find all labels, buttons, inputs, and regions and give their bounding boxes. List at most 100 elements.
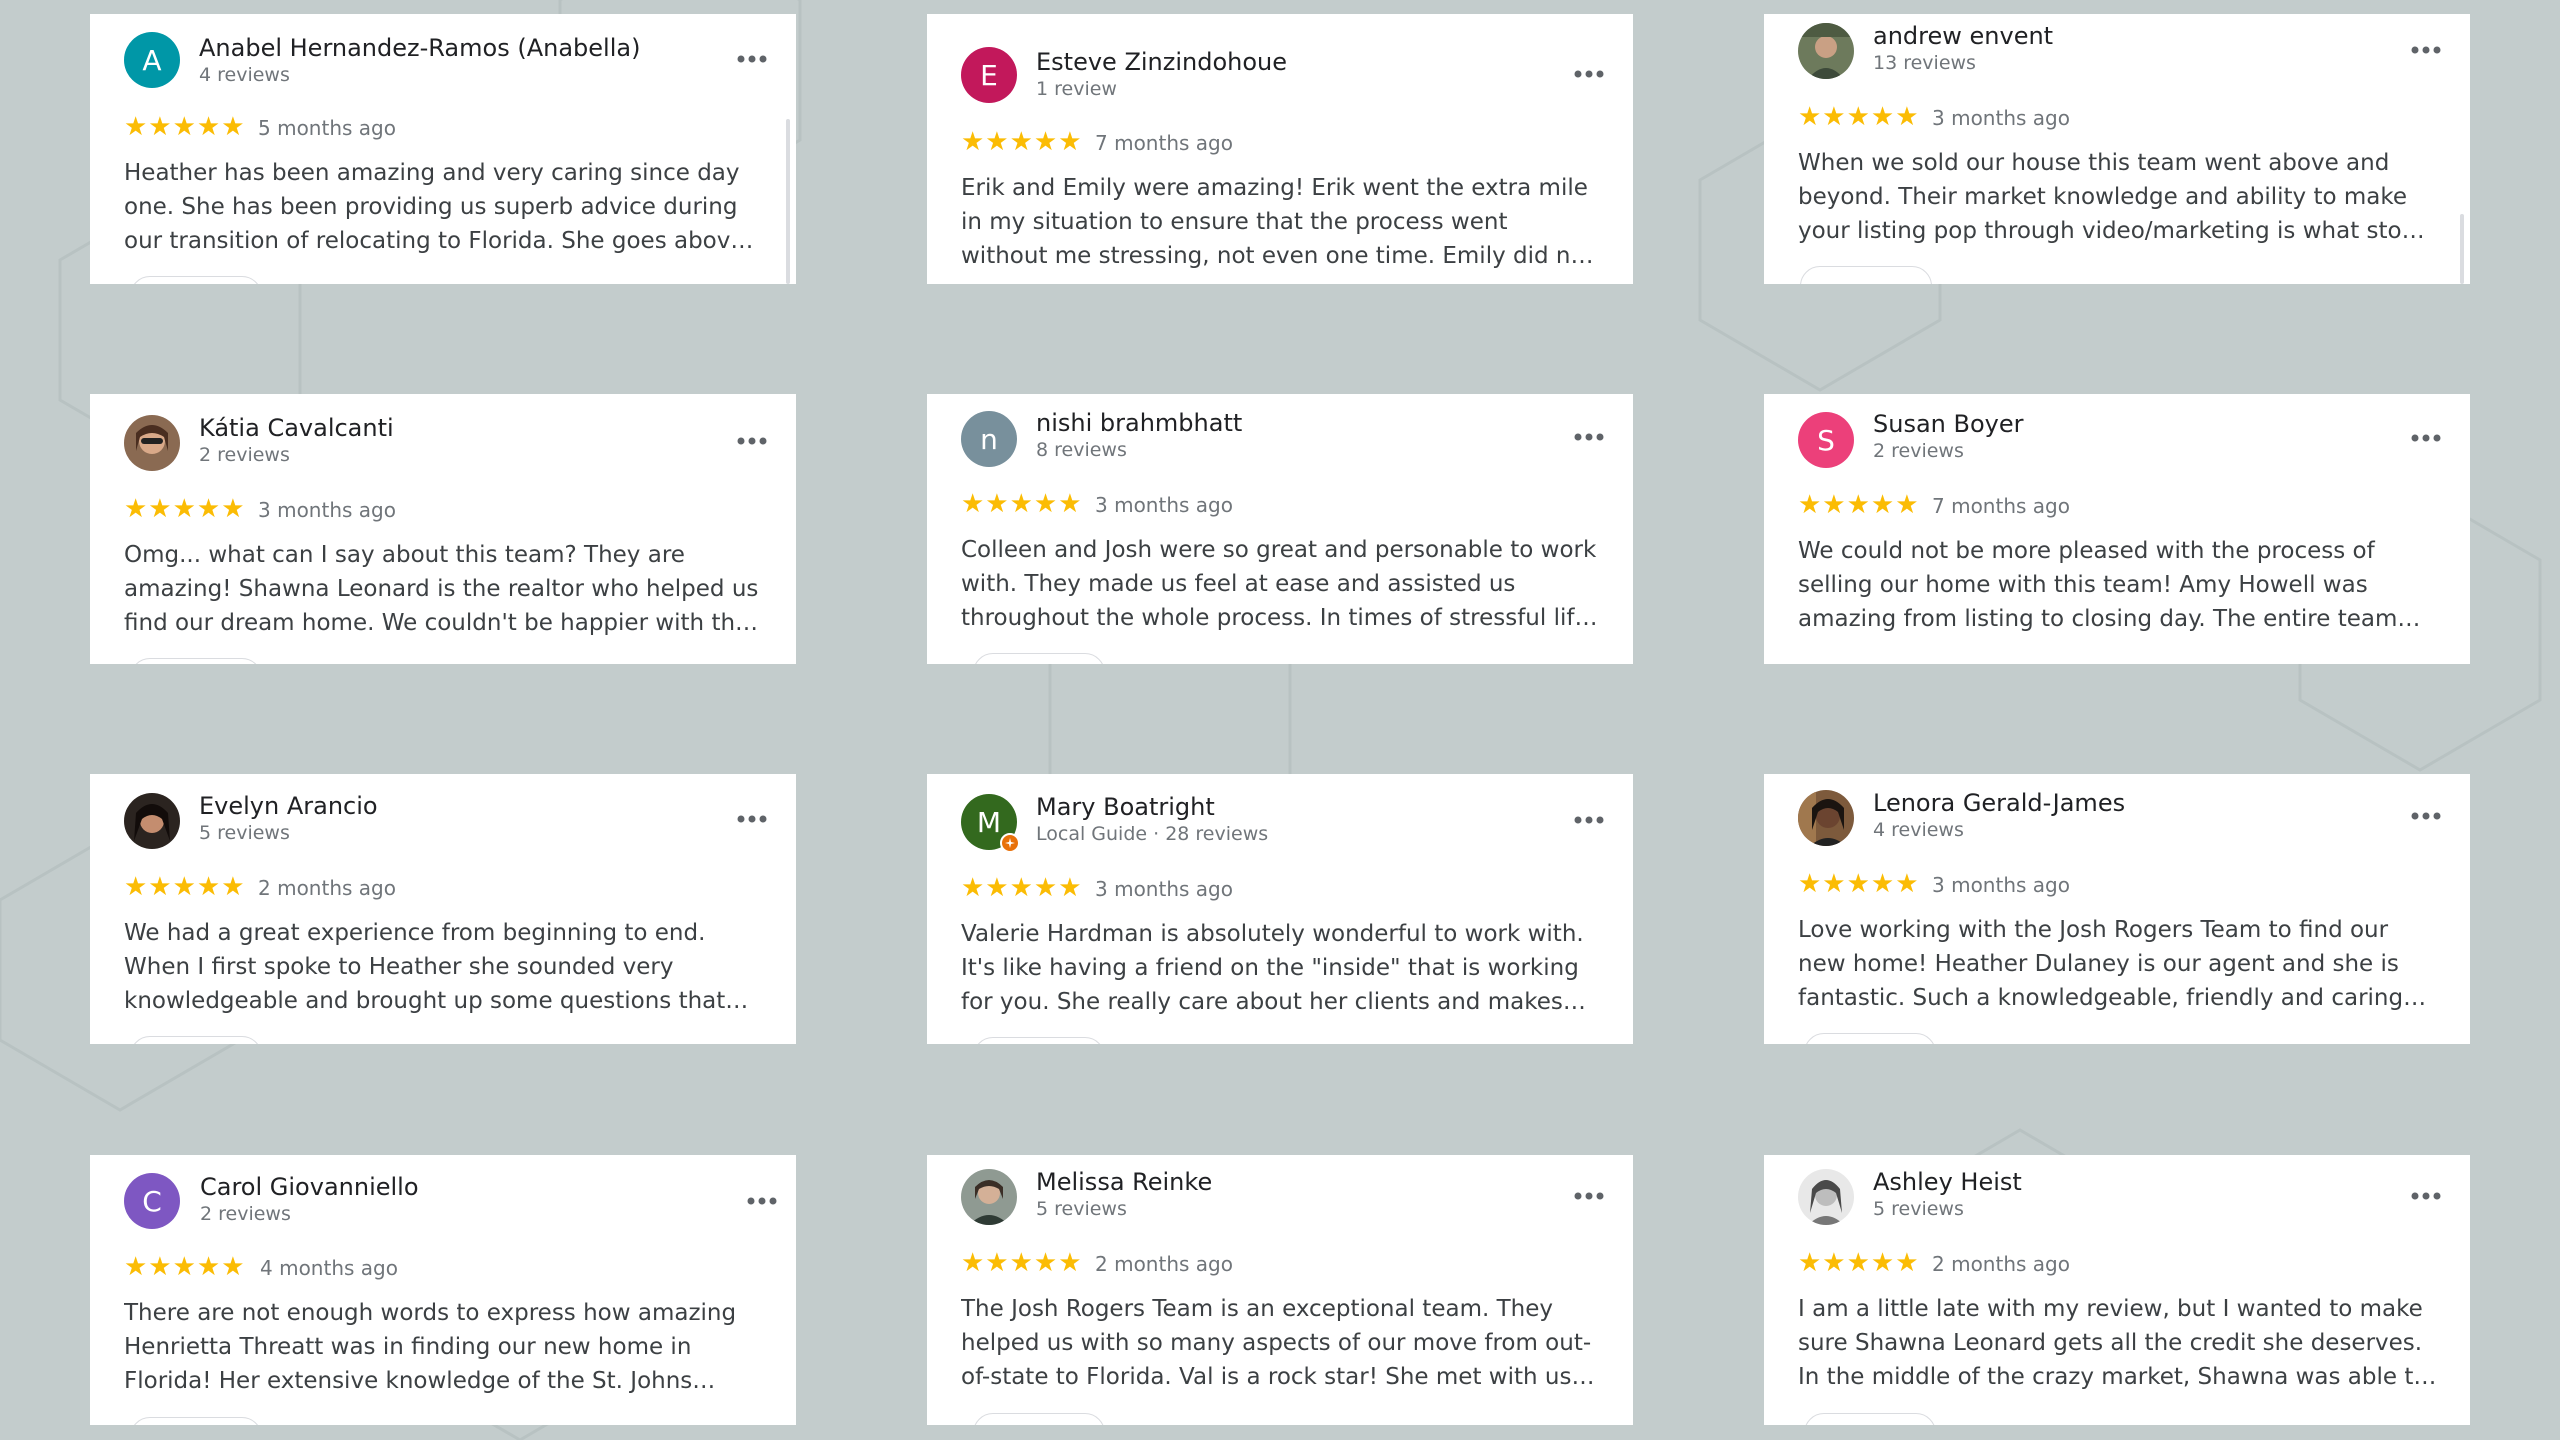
reviewer-name[interactable]: Susan Boyer bbox=[1873, 410, 2023, 438]
reviewer-meta: 5 reviews bbox=[1036, 1198, 1127, 1220]
review-time: 2 months ago bbox=[1932, 1252, 2070, 1276]
review-time: 2 months ago bbox=[258, 876, 396, 900]
review-card: Evelyn Arancio 5 reviews ★★★★★ 2 months … bbox=[90, 774, 796, 1044]
review-card: andrew envent 13 reviews ★★★★★ 3 months … bbox=[1764, 14, 2470, 284]
reviewer-meta: 2 reviews bbox=[200, 1203, 291, 1225]
reviewer-name[interactable]: Evelyn Arancio bbox=[199, 792, 378, 820]
avatar-initial: M bbox=[976, 805, 1002, 839]
review-time: 3 months ago bbox=[258, 498, 396, 522]
avatar[interactable]: C bbox=[124, 1173, 180, 1229]
reviewer-meta: 5 reviews bbox=[199, 822, 290, 844]
review-time: 3 months ago bbox=[1932, 873, 2070, 897]
avatar[interactable] bbox=[1798, 1169, 1854, 1225]
reaction-button[interactable] bbox=[973, 653, 1105, 664]
review-text: Love working with the Josh Rogers Team t… bbox=[1798, 917, 2404, 1011]
reviewer-name[interactable]: Melissa Reinke bbox=[1036, 1168, 1212, 1196]
reviewer-meta: 4 reviews bbox=[199, 64, 290, 86]
reviewer-meta: 1 review bbox=[1036, 78, 1117, 100]
review-card: Lenora Gerald-James 4 reviews ★★★★★ 3 mo… bbox=[1764, 774, 2470, 1044]
reviewer-meta: 2 reviews bbox=[1873, 440, 1964, 462]
reviewer-name[interactable]: andrew envent bbox=[1873, 22, 2053, 50]
more-options-icon[interactable] bbox=[1569, 59, 1609, 89]
star-rating: ★★★★★ bbox=[124, 112, 246, 142]
star-rating: ★★★★★ bbox=[124, 494, 246, 524]
reaction-button[interactable] bbox=[1804, 1033, 1936, 1044]
scrollbar[interactable] bbox=[786, 119, 790, 284]
reviewer-name[interactable]: Mary Boatright bbox=[1036, 793, 1215, 821]
more-options-icon[interactable] bbox=[2406, 1181, 2446, 1211]
avatar[interactable] bbox=[124, 793, 180, 849]
reaction-button[interactable] bbox=[130, 276, 262, 284]
review-time: 4 months ago bbox=[260, 1256, 398, 1280]
avatar-initial: C bbox=[142, 1184, 162, 1218]
more-options-icon[interactable] bbox=[732, 804, 772, 834]
review-time: 3 months ago bbox=[1095, 493, 1233, 517]
more-options-icon[interactable] bbox=[742, 1186, 782, 1216]
reaction-button[interactable] bbox=[130, 658, 262, 664]
local-guide-badge-icon bbox=[1000, 833, 1020, 853]
more-options-icon[interactable] bbox=[2406, 35, 2446, 65]
review-text: Colleen and Josh were so great and perso… bbox=[961, 537, 1597, 631]
more-options-icon[interactable] bbox=[1569, 1181, 1609, 1211]
more-options-icon[interactable] bbox=[732, 44, 772, 74]
star-rating: ★★★★★ bbox=[961, 489, 1083, 519]
review-text: Valerie Hardman is absolutely wonderful … bbox=[961, 921, 1584, 1015]
scrollbar[interactable] bbox=[2460, 214, 2464, 284]
avatar[interactable] bbox=[124, 415, 180, 471]
reaction-button[interactable] bbox=[973, 1037, 1105, 1044]
review-text: The Josh Rogers Team is an exceptional t… bbox=[961, 1296, 1592, 1390]
more-options-icon[interactable] bbox=[2406, 801, 2446, 831]
review-time: 5 months ago bbox=[258, 116, 396, 140]
review-card: Kátia Cavalcanti 2 reviews ★★★★★ 3 month… bbox=[90, 394, 796, 664]
avatar[interactable] bbox=[961, 1169, 1017, 1225]
reviewer-name[interactable]: Ashley Heist bbox=[1873, 1168, 2022, 1196]
reaction-button[interactable] bbox=[1800, 266, 1932, 284]
review-text: I am a little late with my review, but I… bbox=[1798, 1296, 2428, 1390]
review-card: E Esteve Zinzindohoue 1 review ★★★★★ 7 m… bbox=[927, 14, 1633, 284]
reaction-button[interactable] bbox=[130, 1417, 262, 1425]
reaction-button[interactable] bbox=[973, 1413, 1105, 1425]
review-text: There are not enough words to express ho… bbox=[124, 1300, 737, 1394]
review-time: 3 months ago bbox=[1095, 877, 1233, 901]
review-text: Erik and Emily were amazing! Erik went t… bbox=[961, 175, 1594, 269]
avatar-initial: E bbox=[980, 58, 998, 92]
avatar[interactable] bbox=[1798, 790, 1854, 846]
reaction-button[interactable] bbox=[130, 1036, 262, 1044]
reviewer-name[interactable]: Lenora Gerald-James bbox=[1873, 789, 2125, 817]
review-text: Omg... what can I say about this team? T… bbox=[124, 542, 759, 636]
reviewer-name[interactable]: Carol Giovanniello bbox=[200, 1173, 419, 1201]
avatar-initial: n bbox=[980, 422, 998, 456]
review-time: 7 months ago bbox=[1932, 494, 2070, 518]
avatar-initial: A bbox=[142, 43, 162, 77]
review-card: Melissa Reinke 5 reviews ★★★★★ 2 months … bbox=[927, 1155, 1633, 1425]
reviewer-name[interactable]: Anabel Hernandez-Ramos (Anabella) bbox=[199, 34, 640, 62]
review-card: n nishi brahmbhatt 8 reviews ★★★★★ 3 mon… bbox=[927, 394, 1633, 664]
reviewer-name[interactable]: Esteve Zinzindohoue bbox=[1036, 48, 1287, 76]
avatar[interactable]: n bbox=[961, 411, 1017, 467]
review-text: We could not be more pleased with the pr… bbox=[1798, 538, 2398, 632]
avatar[interactable]: A bbox=[124, 32, 180, 88]
more-options-icon[interactable] bbox=[2406, 423, 2446, 453]
reviewer-meta: 4 reviews bbox=[1873, 819, 1964, 841]
star-rating: ★★★★★ bbox=[124, 872, 246, 902]
review-time: 2 months ago bbox=[1095, 1252, 1233, 1276]
reaction-button[interactable] bbox=[1804, 1413, 1936, 1425]
reviewer-name[interactable]: nishi brahmbhatt bbox=[1036, 409, 1242, 437]
reviewer-meta: 2 reviews bbox=[199, 444, 290, 466]
review-card: C Carol Giovanniello 2 reviews ★★★★★ 4 m… bbox=[90, 1155, 796, 1425]
star-rating: ★★★★★ bbox=[961, 873, 1083, 903]
review-text: Heather has been amazing and very caring… bbox=[124, 160, 745, 254]
reviewer-name[interactable]: Kátia Cavalcanti bbox=[199, 414, 394, 442]
more-options-icon[interactable] bbox=[1569, 422, 1609, 452]
star-rating: ★★★★★ bbox=[1798, 1248, 1920, 1278]
avatar[interactable]: M bbox=[961, 794, 1020, 853]
avatar[interactable]: E bbox=[961, 47, 1017, 103]
review-text: We had a great experience from beginning… bbox=[124, 920, 726, 1014]
review-card: M Mary Boatright Local Guide · 28 review… bbox=[927, 774, 1633, 1044]
more-options-icon[interactable] bbox=[732, 426, 772, 456]
avatar[interactable]: S bbox=[1798, 412, 1854, 468]
avatar[interactable] bbox=[1798, 23, 1854, 79]
avatar-initial: S bbox=[1817, 423, 1835, 457]
more-options-icon[interactable] bbox=[1569, 805, 1609, 835]
review-time: 3 months ago bbox=[1932, 106, 2070, 130]
